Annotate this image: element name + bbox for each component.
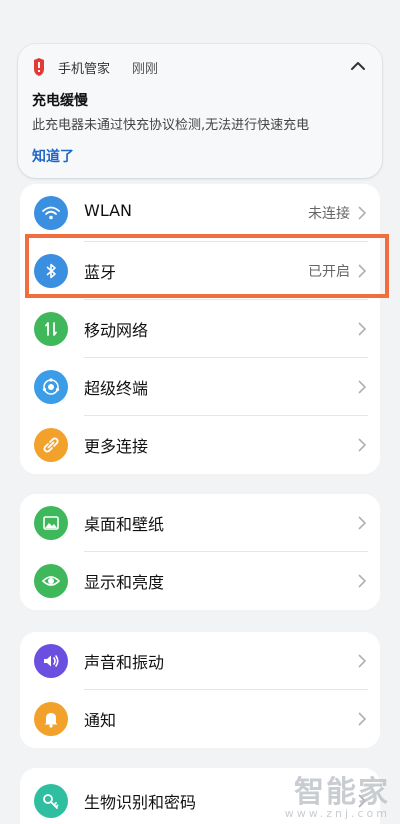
settings-item-label: 声音和振动 — [84, 653, 165, 672]
settings-item-label: WLAN — [84, 201, 133, 220]
notification-time: 刚刚 — [132, 62, 159, 77]
bluetooth-icon — [34, 254, 68, 288]
chevron-right-icon — [358, 206, 366, 220]
settings-item-more-connections[interactable]: 更多连接 — [20, 416, 380, 474]
acknowledge-button[interactable]: 知道了 — [32, 146, 74, 166]
settings-item-bluetooth[interactable]: 蓝牙 已开启 — [20, 242, 380, 300]
chevron-right-icon — [358, 654, 366, 668]
settings-item-notifications[interactable]: 通知 — [20, 690, 380, 748]
bluetooth-status: 已开启 — [308, 264, 350, 280]
notification-title: 充电缓慢 — [32, 93, 88, 109]
notification-card[interactable]: 手机管家 刚刚 充电缓慢 此充电器未通过快充协议检测,无法进行快速充电 知道了 — [18, 44, 382, 178]
settings-item-super-device[interactable]: 超级终端 — [20, 358, 380, 416]
watermark-url: www.znj.com — [284, 807, 390, 820]
settings-item-label: 通知 — [84, 711, 117, 730]
settings-item-label: 显示和亮度 — [84, 573, 165, 592]
watermark: 智能家 www.znj.com — [285, 767, 390, 820]
chevron-right-icon — [358, 712, 366, 726]
settings-item-label: 更多连接 — [84, 437, 149, 456]
watermark-logo-text: 智能家 — [294, 775, 390, 810]
wlan-status: 未连接 — [308, 206, 350, 222]
bell-icon — [34, 702, 68, 736]
notification-body: 此充电器未通过快充协议检测,无法进行快速充电 — [32, 118, 310, 133]
chevron-right-icon — [358, 516, 366, 530]
sound-group: 声音和振动 通知 — [20, 632, 380, 748]
settings-item-mobile-network[interactable]: 移动网络 — [20, 300, 380, 358]
key-icon — [34, 784, 68, 818]
settings-item-label: 生物识别和密码 — [84, 793, 197, 812]
link-icon — [34, 428, 68, 462]
settings-item-label: 超级终端 — [84, 379, 149, 398]
super-device-icon — [34, 370, 68, 404]
settings-item-display-brightness[interactable]: 显示和亮度 — [20, 552, 380, 610]
settings-item-sound[interactable]: 声音和振动 — [20, 632, 380, 690]
display-group: 桌面和壁纸 显示和亮度 — [20, 494, 380, 610]
wallpaper-icon — [34, 506, 68, 540]
chevron-right-icon — [358, 438, 366, 452]
settings-item-wlan[interactable]: WLAN 未连接 — [20, 184, 380, 242]
notification-app-name: 手机管家 — [58, 62, 111, 77]
phone-manager-icon — [34, 58, 44, 76]
chevron-right-icon — [358, 574, 366, 588]
connectivity-group: WLAN 未连接 蓝牙 已开启 移动网络 超级终端 更多连接 — [20, 184, 380, 474]
eye-icon — [34, 564, 68, 598]
chevron-up-icon[interactable] — [348, 56, 368, 76]
settings-item-label: 移动网络 — [84, 321, 149, 340]
chevron-right-icon — [358, 322, 366, 336]
settings-item-label: 蓝牙 — [84, 263, 117, 282]
settings-item-wallpaper[interactable]: 桌面和壁纸 — [20, 494, 380, 552]
mobile-network-icon — [34, 312, 68, 346]
settings-item-label: 桌面和壁纸 — [84, 515, 165, 534]
chevron-right-icon — [358, 380, 366, 394]
speaker-icon — [34, 644, 68, 678]
chevron-right-icon — [358, 264, 366, 278]
wifi-icon — [34, 196, 68, 230]
